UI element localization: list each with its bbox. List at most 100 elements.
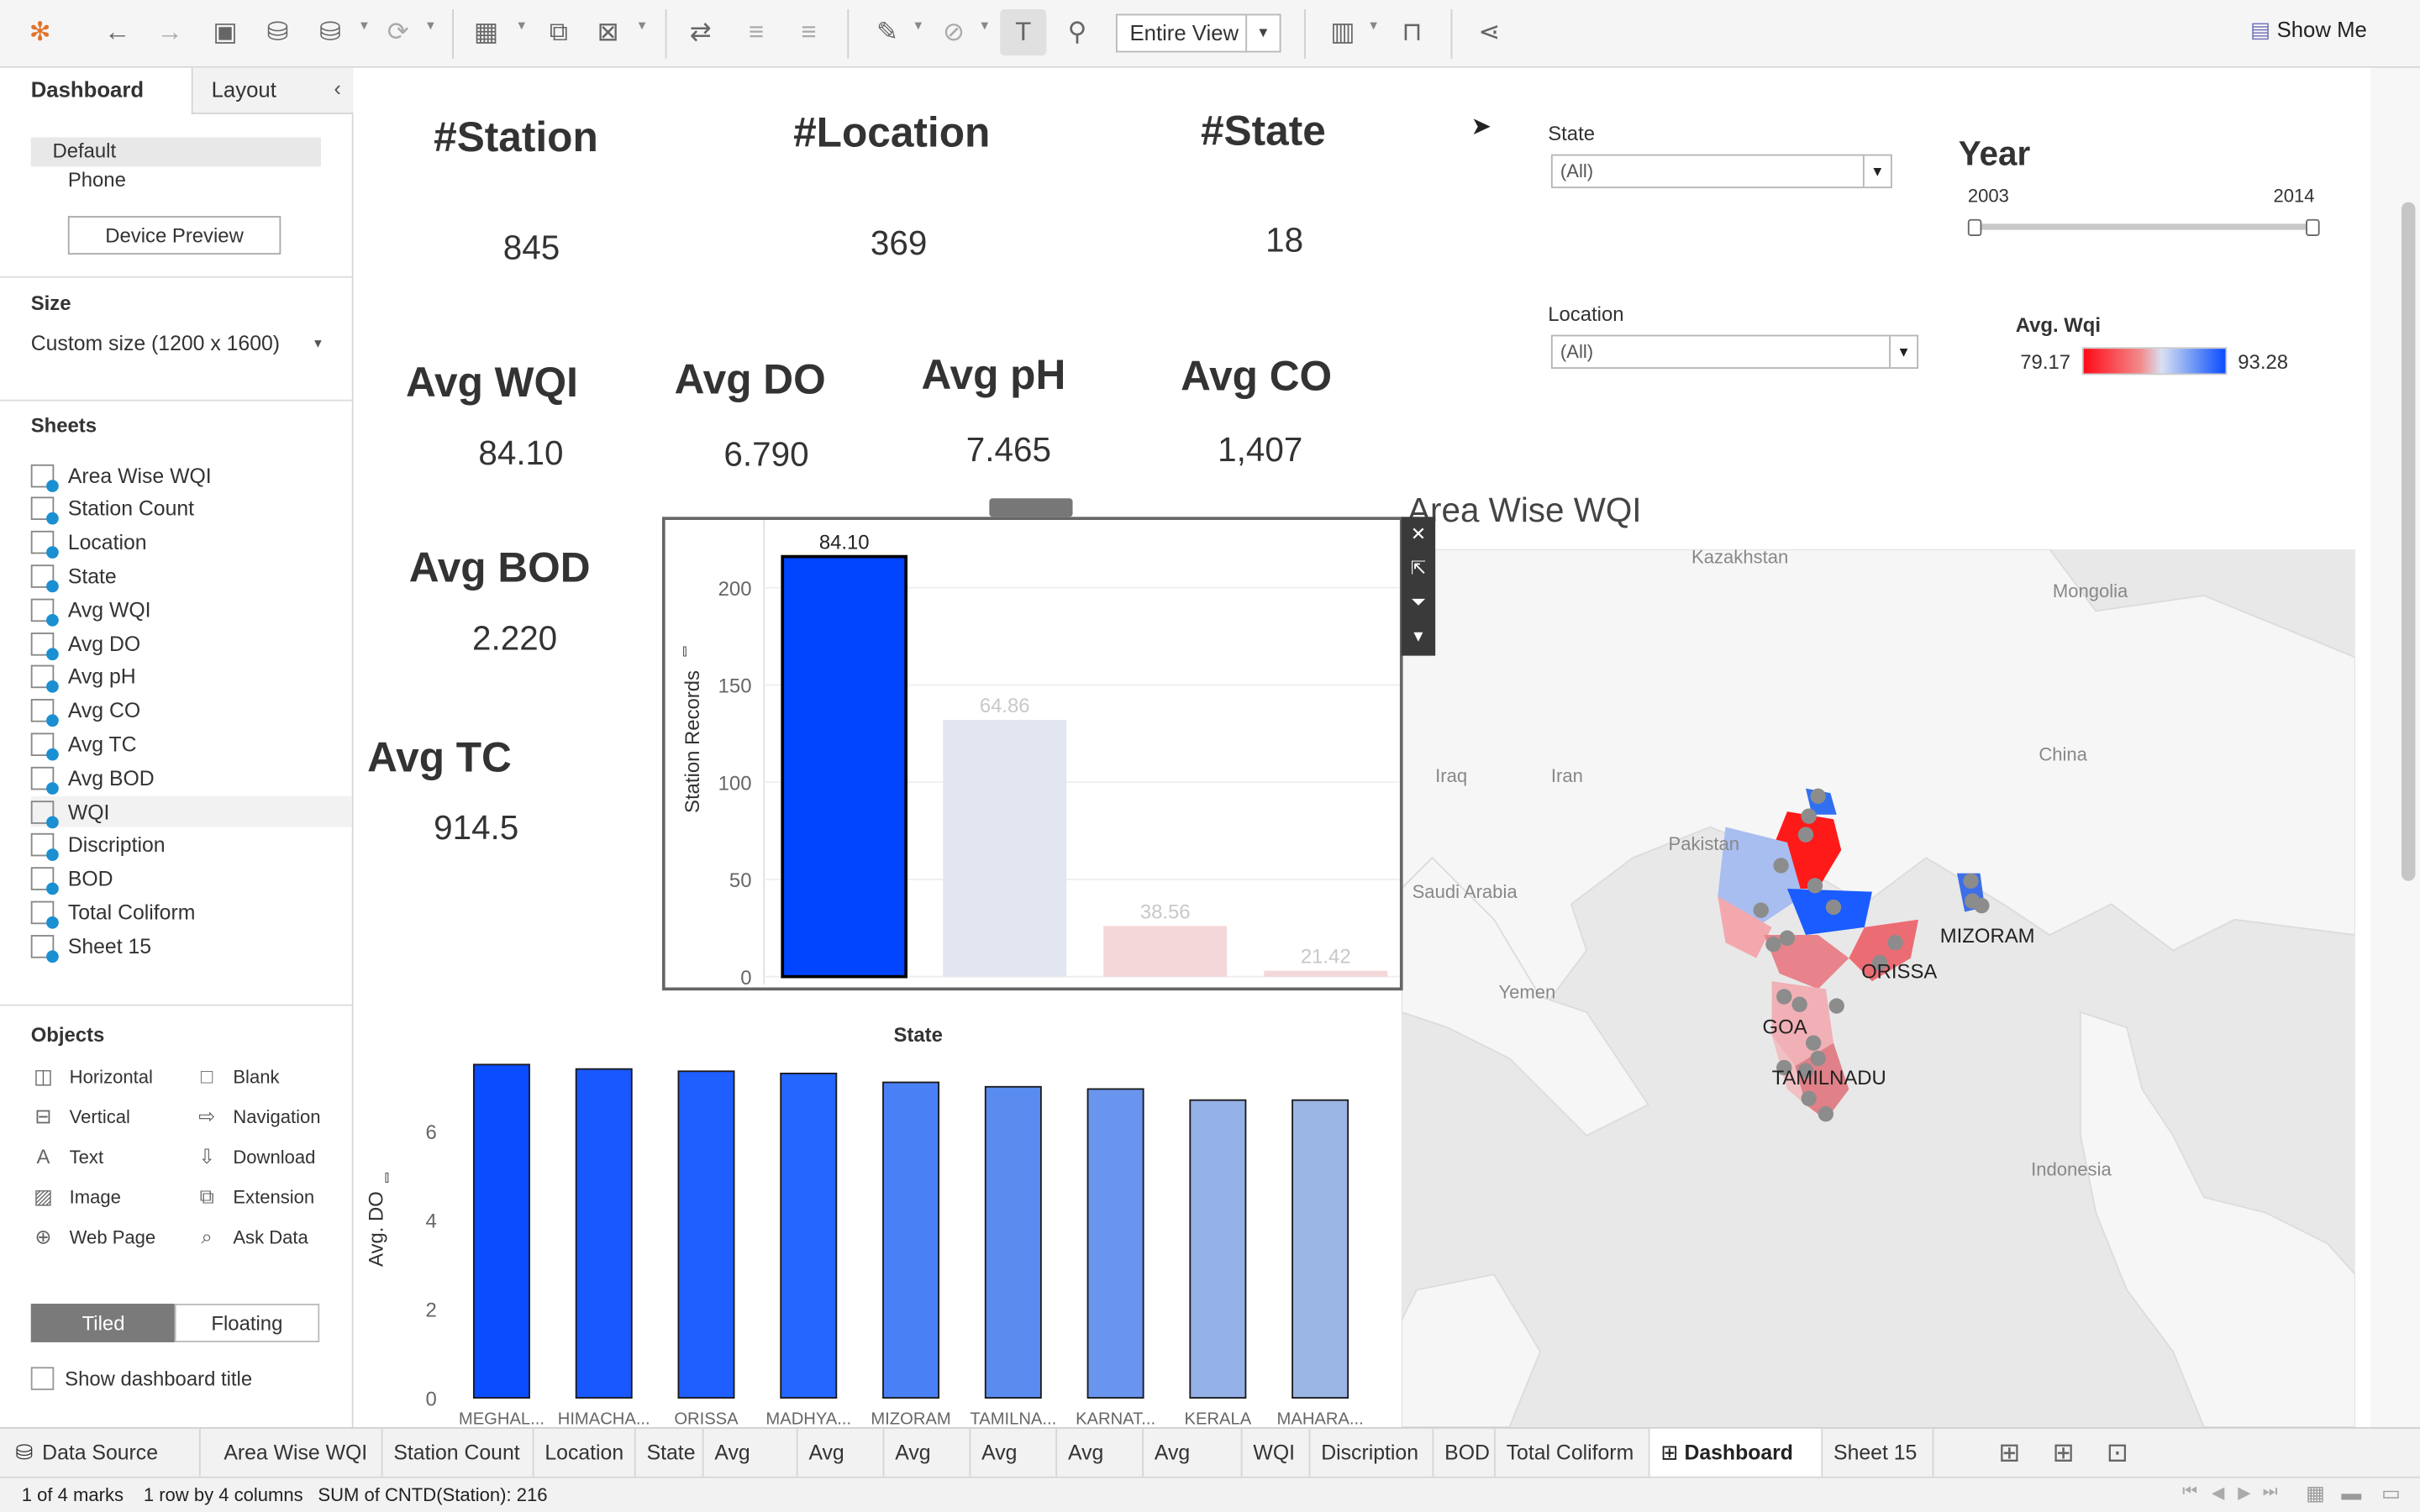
scrollbar-thumb[interactable]: [2401, 202, 2416, 881]
sheet-item[interactable]: State: [30, 560, 117, 593]
tabs-view-icon[interactable]: ▭: [2381, 1481, 2401, 1505]
device-phone[interactable]: Phone: [68, 168, 126, 192]
device-preview-button[interactable]: Device Preview: [67, 216, 281, 255]
object-item[interactable]: ⊕ Web Page: [31, 1225, 155, 1249]
station-records-bar[interactable]: [1264, 970, 1388, 977]
sheet-item[interactable]: WQI: [30, 795, 352, 828]
sheet-tab[interactable]: State: [636, 1428, 704, 1478]
duplicate-icon[interactable]: ⧉: [540, 14, 577, 51]
close-icon[interactable]: ✕: [1402, 517, 1435, 550]
sheet-tab[interactable]: Avg BOD: [1144, 1428, 1243, 1512]
chevron-down-icon[interactable]: ▼: [1367, 18, 1380, 33]
sheet-tab[interactable]: Area Wise WQI: [213, 1428, 383, 1478]
sheet-item[interactable]: Avg TC: [30, 729, 137, 761]
back-icon[interactable]: ←: [99, 14, 136, 51]
year-slider-max-handle[interactable]: [2306, 218, 2320, 237]
station-records-chart-panel[interactable]: Station Records ⫾ 0 50 100 150 200 84.10 64.86…: [661, 517, 1403, 991]
next-page-icon[interactable]: ▶: [2238, 1483, 2251, 1503]
sheet-tab[interactable]: Avg WQI: [704, 1428, 798, 1512]
refresh-icon[interactable]: ⟳: [380, 14, 417, 51]
sheet-tab[interactable]: Location: [534, 1428, 636, 1478]
chevron-down-icon[interactable]: ▼: [1245, 15, 1279, 51]
filmstrip-icon[interactable]: ▬: [2341, 1481, 2361, 1504]
tab-dashboard[interactable]: Dashboard: [0, 67, 192, 114]
tab-layout[interactable]: Layout ‹: [191, 67, 354, 114]
chevron-down-icon[interactable]: ▼: [913, 18, 925, 33]
chevron-down-icon[interactable]: ▼: [978, 18, 991, 33]
size-select[interactable]: Custom size (1200 x 1600) ▼: [31, 332, 324, 355]
clear-icon[interactable]: ⊠: [590, 14, 627, 51]
sheet-item[interactable]: Station Count: [30, 493, 194, 526]
sheet-tab[interactable]: Avg CO: [971, 1428, 1058, 1512]
avg-do-bar[interactable]: [1292, 1099, 1349, 1399]
year-slider-min-handle[interactable]: [1967, 218, 1982, 237]
object-item[interactable]: ⌕ Ask Data: [194, 1225, 308, 1249]
sheet-tab[interactable]: Total Coliform: [1496, 1428, 1650, 1478]
chevron-down-icon[interactable]: ▼: [515, 18, 528, 33]
sheet-item[interactable]: Total Coliform: [30, 897, 195, 929]
floating-toggle[interactable]: Floating: [174, 1304, 320, 1342]
new-worksheet-icon[interactable]: ▦: [468, 14, 505, 51]
collapse-chevron-icon[interactable]: ‹: [334, 76, 341, 100]
avg-do-bar[interactable]: [677, 1070, 735, 1399]
station-records-bar[interactable]: [943, 720, 1067, 977]
prev-page-icon[interactable]: ◀: [2212, 1483, 2225, 1503]
avg-do-bar[interactable]: [575, 1068, 633, 1399]
object-item[interactable]: ⇨ Navigation: [194, 1105, 320, 1129]
object-item[interactable]: ▨ Image: [31, 1185, 121, 1210]
sheet-item[interactable]: Avg BOD: [30, 763, 155, 795]
sheet-item[interactable]: Avg pH: [30, 662, 136, 694]
panel-drag-handle[interactable]: [989, 498, 1073, 517]
object-item[interactable]: ⊟ Vertical: [31, 1105, 130, 1129]
highlight-icon[interactable]: ✎: [869, 14, 906, 51]
avg-do-bar[interactable]: [472, 1063, 530, 1399]
save-icon[interactable]: ▣: [207, 14, 244, 51]
chevron-down-icon[interactable]: ▼: [1862, 155, 1891, 187]
share-icon[interactable]: ⋖: [1470, 14, 1507, 51]
new-data-source-icon[interactable]: ⛁: [260, 14, 297, 51]
filter-icon[interactable]: ⏷: [1402, 585, 1435, 618]
sheet-tab[interactable]: Sheet 15: [1823, 1428, 1934, 1478]
more-options-icon[interactable]: ▾: [1402, 619, 1435, 653]
go-to-sheet-icon[interactable]: ⇱: [1402, 551, 1435, 585]
chevron-down-icon[interactable]: ▼: [358, 18, 371, 33]
avg-do-bar[interactable]: [780, 1073, 838, 1399]
avg-do-bar[interactable]: [1189, 1099, 1247, 1399]
station-records-bar[interactable]: [781, 554, 908, 979]
sort-ascending-icon[interactable]: ≡: [738, 14, 775, 51]
show-mark-labels-icon[interactable]: T: [1000, 9, 1047, 56]
object-item[interactable]: □ Blank: [194, 1064, 280, 1088]
tiled-toggle[interactable]: Tiled: [30, 1304, 176, 1342]
sheet-tab[interactable]: Station Count: [383, 1428, 534, 1478]
new-dashboard-tab-icon[interactable]: ⊞: [2045, 1435, 2082, 1472]
object-item[interactable]: ⧉ Extension: [194, 1185, 315, 1210]
forward-icon[interactable]: →: [151, 14, 188, 51]
sheet-item[interactable]: Avg WQI: [30, 594, 151, 627]
sheet-item[interactable]: Location: [30, 527, 147, 559]
location-filter-select[interactable]: (All) ▼: [1550, 334, 1919, 369]
sheet-tab[interactable]: ⊞Dashboard 1: [1649, 1428, 1823, 1512]
first-page-icon[interactable]: ⏮: [2182, 1483, 2197, 1503]
sheet-tab[interactable]: BOD: [1434, 1428, 1496, 1478]
state-filter-select[interactable]: (All) ▼: [1550, 154, 1892, 189]
avg-do-bar[interactable]: [1086, 1088, 1144, 1399]
new-story-tab-icon[interactable]: ⊡: [2099, 1435, 2136, 1472]
avg-do-chart[interactable]: State Avg. DO ⫾ 0 2 4 6 MEGHAL... HIMACHA... O…: [354, 1012, 1402, 1427]
sheet-tab[interactable]: Avg DO: [798, 1428, 885, 1512]
chevron-down-icon[interactable]: ▼: [1889, 336, 1917, 368]
sheet-item[interactable]: Avg CO: [30, 696, 140, 727]
sheet-tab[interactable]: Discription: [1310, 1428, 1434, 1478]
object-item[interactable]: ◫ Horizontal: [31, 1064, 153, 1089]
pin-icon[interactable]: ⚲: [1059, 14, 1096, 51]
area-wise-wqi-map[interactable]: Kazakhstan Mongolia Iraq Iran China Pakistan S…: [1401, 549, 2355, 1427]
sheet-item[interactable]: Discription: [30, 830, 166, 862]
fit-select[interactable]: Entire View ▼: [1115, 13, 1281, 53]
group-icon[interactable]: ⊘: [935, 14, 972, 51]
avg-do-bar[interactable]: [882, 1081, 940, 1399]
year-slider-track[interactable]: [1974, 223, 2314, 230]
sheet-tab[interactable]: ⛁ Data Source: [0, 1428, 201, 1478]
show-cards-icon[interactable]: ▥: [1324, 14, 1361, 51]
object-item[interactable]: A Text: [31, 1145, 103, 1168]
chevron-down-icon[interactable]: ▼: [424, 18, 437, 33]
chevron-down-icon[interactable]: ▼: [636, 18, 649, 33]
